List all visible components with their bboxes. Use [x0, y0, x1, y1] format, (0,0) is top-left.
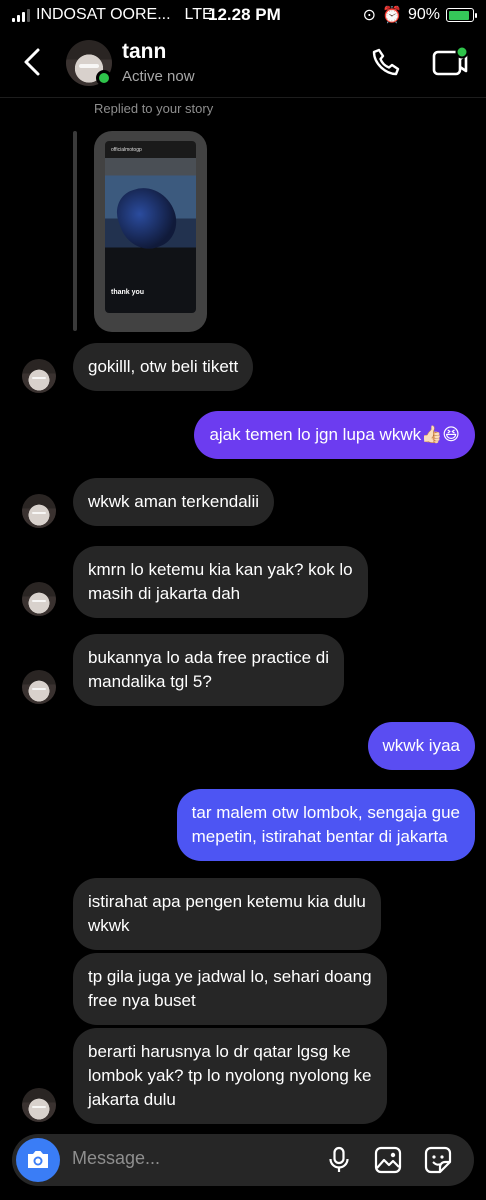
message-bubble[interactable]: istirahat apa pengen ketemu kia dulu wkw… — [73, 878, 381, 950]
chat-header: tann Active now — [0, 30, 486, 98]
message-text: berarti harusnya lo dr qatar lgsg ke — [88, 1042, 351, 1061]
avatar[interactable] — [22, 494, 56, 528]
camera-icon — [28, 1151, 48, 1168]
avatar[interactable] — [22, 670, 56, 704]
message-bubble[interactable]: bukannya lo ada free practice di mandali… — [73, 634, 344, 706]
message-text: bukannya lo ada free practice di — [88, 648, 329, 667]
message-bubble[interactable]: tp gila juga ye jadwal lo, sehari doang … — [73, 953, 387, 1025]
message-text: wkwk — [88, 916, 130, 935]
reply-line — [73, 131, 77, 331]
message-bubble[interactable]: kmrn lo ketemu kia kan yak? kok lo masih… — [73, 546, 368, 618]
avatar[interactable] — [22, 359, 56, 393]
message-text: istirahat apa pengen ketemu kia dulu — [88, 892, 366, 911]
battery-icon — [446, 8, 477, 22]
status-bar: INDOSAT OORE... LTE 12.28 PM ⊙ ⏰ 90% — [0, 0, 486, 30]
message-text: tp gila juga ye jadwal lo, sehari doang — [88, 967, 372, 986]
message-text: wkwk aman terkendalii — [88, 492, 260, 511]
message-text: lombok yak? tp lo nyolong nyolong ke — [88, 1066, 372, 1085]
message-bubble[interactable]: wkwk iyaa — [367, 722, 475, 770]
story-reply-label: Replied to your story — [94, 101, 214, 116]
contact-name[interactable]: tann — [122, 40, 166, 64]
message-text: mandalika tgl 5? — [88, 672, 212, 691]
gallery-icon[interactable] — [373, 1145, 403, 1175]
message-text: tar malem otw lombok, sengaja gue — [191, 803, 460, 822]
story-tag: officialmotogp — [111, 147, 142, 153]
message-text: masih di jakarta dah — [88, 584, 241, 603]
sticker-icon[interactable] — [423, 1145, 453, 1175]
video-call-icon[interactable] — [432, 46, 468, 78]
message-text: jakarta dulu — [88, 1090, 176, 1109]
story-image: officialmotogp thank you — [105, 141, 196, 313]
message-bubble[interactable]: ajak temen lo jgn lupa wkwk👍🏻😆 — [194, 411, 475, 459]
avatar[interactable] — [22, 582, 56, 616]
story-preview[interactable]: officialmotogp thank you — [94, 131, 207, 332]
message-text: wkwk iyaa — [382, 736, 460, 755]
message-bubble[interactable]: gokilll, otw beli tikett — [73, 343, 254, 391]
message-text: ajak temen lo jgn lupa wkwk👍🏻😆 — [209, 425, 460, 444]
message-text: kmrn lo ketemu kia kan yak? kok lo — [88, 560, 353, 579]
carrier-label: INDOSAT OORE... — [36, 6, 171, 23]
story-caption: thank you — [111, 289, 145, 296]
message-bubble[interactable]: wkwk aman terkendalii — [73, 478, 275, 526]
camera-button[interactable] — [16, 1138, 60, 1182]
back-chevron-icon[interactable] — [18, 44, 46, 80]
alarm-icon: ⏰ — [382, 7, 402, 24]
signal-icon — [12, 8, 30, 22]
battery-percent: 90% — [407, 6, 440, 23]
message-bubble[interactable]: tar malem otw lombok, sengaja gue mepeti… — [176, 789, 475, 861]
message-text: mepetin, istirahat bentar di jakarta — [191, 827, 448, 846]
activity-status: Active now — [122, 68, 195, 85]
message-text: free nya buset — [88, 991, 196, 1010]
message-composer — [12, 1134, 474, 1186]
phone-icon[interactable] — [370, 46, 402, 78]
message-bubble[interactable]: berarti harusnya lo dr qatar lgsg ke lom… — [73, 1028, 387, 1124]
message-input[interactable] — [72, 1148, 302, 1169]
microphone-icon[interactable] — [324, 1145, 354, 1175]
avatar[interactable] — [22, 1088, 56, 1122]
online-indicator — [96, 70, 112, 86]
clock: 12.28 PM — [208, 5, 281, 24]
message-text: gokilll, otw beli tikett — [88, 357, 239, 376]
rotation-lock-icon: ⊙ — [362, 7, 377, 24]
